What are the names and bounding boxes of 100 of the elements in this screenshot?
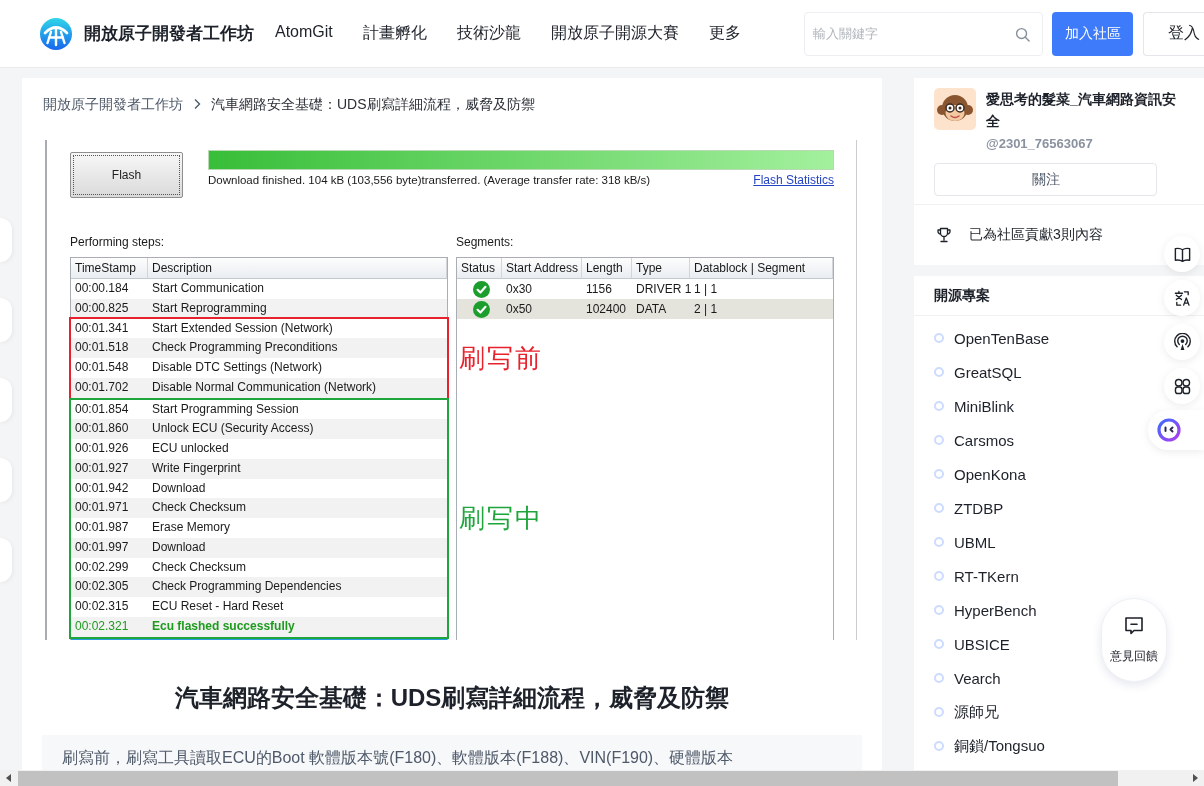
author-name[interactable]: 愛思考的髮菜_汽車網路資訊安全: [986, 88, 1178, 132]
table-cell-text: Start Programming Session: [151, 400, 300, 418]
flash-button[interactable]: Flash: [70, 152, 183, 198]
circle-bullet-icon: [934, 435, 944, 445]
table-cell-text: ECU unlocked: [151, 440, 230, 457]
circle-bullet-icon: [934, 503, 944, 513]
table-cell-text: 00:01.548: [74, 359, 130, 376]
nav-link[interactable]: 計畫孵化: [362, 23, 427, 44]
table-cell-text: 00:02.299: [74, 558, 130, 576]
circle-bullet-icon: [934, 333, 944, 343]
circle-bullet-icon: [934, 673, 944, 683]
table-row[interactable]: 0x30 1156 DRIVER 1 1 | 1: [457, 279, 833, 299]
project-link[interactable]: HyperBench: [954, 601, 1037, 619]
table-cell-text: 00:01.971: [74, 499, 130, 517]
project-link[interactable]: OpenKona: [954, 465, 1026, 483]
project-link[interactable]: Vearch: [954, 669, 1001, 687]
nav-link[interactable]: 開放原子開源大賽: [550, 23, 679, 44]
table-cell-text: ECU Reset - Hard Reset: [151, 598, 285, 615]
table-cell-text: Start Communication: [151, 280, 266, 297]
project-link[interactable]: OpenTenBase: [954, 329, 1050, 347]
table-cell-text: 00:01.927: [74, 459, 130, 477]
circle-bullet-icon: [934, 469, 944, 479]
table-cell-text: Disable DTC Settings (Network): [151, 359, 324, 376]
column-header[interactable]: Start Address: [502, 258, 582, 279]
circle-bullet-icon: [934, 639, 944, 649]
column-header[interactable]: Status: [457, 258, 502, 279]
project-link[interactable]: ZTDBP: [954, 499, 1004, 517]
table-cell-text: Unlock ECU (Security Access): [151, 420, 315, 438]
table-cell-text: 00:01.854: [74, 400, 130, 418]
table-cell-text: 2 | 1: [693, 301, 719, 318]
table-cell-text: 102400: [585, 301, 628, 318]
column-header[interactable]: Description: [148, 258, 447, 279]
table-cell-text: 00:02.315: [74, 598, 130, 615]
breadcrumb-current: 汽車網路安全基礎：UDS刷寫詳細流程，威脅及防禦: [211, 95, 535, 114]
project-link[interactable]: MiniBlink: [954, 397, 1014, 415]
table-cell-text: Ecu flashed successfully: [151, 617, 296, 635]
column-header[interactable]: Length: [582, 258, 632, 279]
table-cell-text: Check Checksum: [151, 558, 248, 576]
search-icon[interactable]: [1015, 26, 1030, 42]
monkey-avatar-icon[interactable]: [934, 88, 976, 130]
project-link[interactable]: UBSICE: [954, 635, 1010, 653]
table-cell-text: Download: [151, 479, 207, 497]
circle-bullet-icon: [934, 367, 944, 377]
summary-text: 刷寫前，刷寫工具讀取ECU的Boot 軟體版本號(F180)、軟體版本(F188)、VIN(F190)、硬體版本: [62, 748, 735, 768]
status-message: Download finished. 104 kB (103,556 byte)transferred. (Average transfer rate: 318 kB/s): [208, 173, 651, 187]
column-header[interactable]: TimeStamp: [71, 258, 148, 279]
table-cell-text: 00:01.942: [74, 479, 130, 497]
table-cell-text: 00:02.321: [74, 617, 130, 635]
project-link[interactable]: Carsmos: [954, 431, 1014, 449]
author-handle: @2301_76563067: [986, 135, 1094, 153]
chevron-right-icon: [193, 98, 201, 110]
project-link[interactable]: 銅鎖/Tongsuo: [954, 736, 1045, 756]
circle-bullet-icon: [934, 571, 944, 581]
article-title: 汽車網路安全基礎：UDS刷寫詳細流程，威脅及防禦: [173, 684, 731, 712]
table-cell-text: Check Checksum: [151, 499, 248, 517]
table-cell-text: Check Programming Preconditions: [151, 339, 339, 357]
table-cell-text: 00:01.987: [74, 519, 130, 536]
project-link[interactable]: 源師兄: [954, 702, 999, 722]
breadcrumb-link[interactable]: 開放原子開發者工作坊: [43, 94, 183, 114]
site-title[interactable]: 開放原子開發者工作坊: [84, 22, 254, 45]
nav-link[interactable]: AtomGit: [275, 23, 333, 44]
login-button[interactable]: 登入: [1143, 11, 1204, 56]
triangle-left-icon[interactable]: [6, 774, 11, 782]
nav-link[interactable]: 技術沙龍: [456, 23, 521, 44]
circle-bullet-icon: [934, 605, 944, 615]
table-cell-text: 00:01.997: [74, 538, 130, 556]
statistics-link[interactable]: Flash Statistics: [753, 173, 834, 187]
search-field[interactable]: 輸入關鍵字: [804, 11, 1043, 56]
nav-link[interactable]: 更多: [708, 23, 741, 44]
follow-button[interactable]: 關注: [934, 163, 1157, 196]
table-cell-text: Disable Normal Communication (Network): [151, 378, 378, 396]
circle-bullet-icon: [934, 537, 944, 547]
column-header[interactable]: Datablock | Segment: [690, 258, 833, 279]
table-cell-text: 00:02.305: [74, 578, 130, 596]
chat-icon: [1123, 615, 1145, 637]
table-cell-text: Check Programming Dependencies: [151, 578, 343, 596]
table-cell-text: DATA: [635, 301, 668, 318]
project-link[interactable]: GreatSQL: [954, 363, 1022, 381]
trophy-icon: [936, 227, 952, 243]
table-cell-text: Start Extended Session (Network): [151, 319, 334, 337]
table-cell-text: Write Fingerprint: [151, 459, 242, 477]
project-link[interactable]: RT-TKern: [954, 567, 1019, 585]
project-link[interactable]: UBML: [954, 533, 996, 551]
table-row[interactable]: 0x50 102400 DATA 2 | 1: [457, 299, 833, 319]
table-cell-text: 0x50: [505, 301, 534, 318]
logo-icon[interactable]: [40, 17, 72, 50]
section-label: Segments:: [456, 234, 515, 250]
table-cell-text: 00:01.341: [74, 319, 130, 337]
table-cell-text: Erase Memory: [151, 519, 232, 536]
translate-icon: [1172, 288, 1192, 308]
table-cell-text: 00:01.702: [74, 378, 130, 396]
assistant-tab[interactable]: [1148, 410, 1204, 450]
table-cell-text: 00:01.860: [74, 420, 130, 438]
grid-icon: [1172, 376, 1192, 396]
table-cell-text: 0x30: [505, 281, 534, 298]
triangle-right-icon[interactable]: [1193, 774, 1198, 782]
contribution-text: 已為社區貢獻3則內容: [969, 226, 1103, 244]
column-header[interactable]: Type: [632, 258, 690, 279]
circle-bullet-icon: [934, 401, 944, 411]
join-button[interactable]: 加入社區: [1052, 11, 1133, 56]
